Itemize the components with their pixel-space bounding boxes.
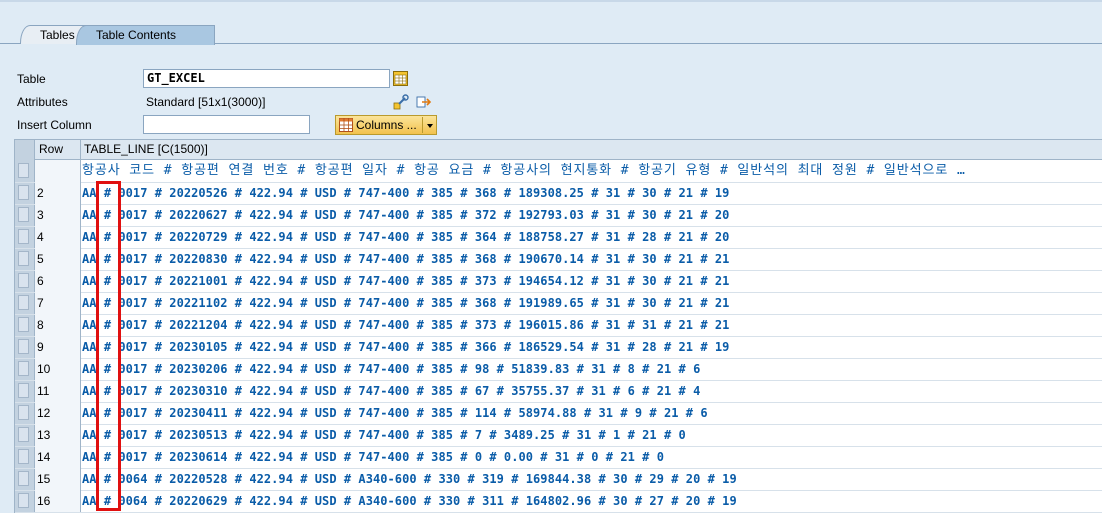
table-line-cell[interactable]: AA # 0017 # 20230411 # 422.94 # USD # 74… (82, 402, 708, 424)
row-number: 2 (35, 182, 81, 204)
row-select-handle[interactable] (18, 339, 29, 354)
table-line-cell[interactable]: AA # 0017 # 20221102 # 422.94 # USD # 74… (82, 292, 729, 314)
table-line-cell[interactable]: 항공사 코드 # 항공편 연결 번호 # 항공편 일자 # 항공 요금 # 항공… (82, 160, 966, 182)
table-contents-grid: Row TABLE_LINE [C(1500)] 항공사 코드 # 항공편 연결… (14, 139, 1102, 513)
attributes-label: Attributes (17, 95, 68, 109)
table-line-cell[interactable]: AA # 0017 # 20220526 # 422.94 # USD # 74… (82, 182, 729, 204)
column-header-table-line[interactable]: TABLE_LINE [C(1500)] (82, 140, 208, 159)
table-line-cell[interactable]: AA # 0017 # 20221001 # 422.94 # USD # 74… (82, 270, 729, 292)
wrench-settings-icon[interactable] (393, 94, 409, 113)
table-row[interactable]: 16 AA # 0064 # 20220629 # 422.94 # USD # … (15, 490, 1102, 513)
export-icon[interactable] (416, 94, 432, 113)
table-line-cell[interactable]: AA # 0017 # 20230614 # 422.94 # USD # 74… (82, 446, 664, 468)
row-number (35, 160, 81, 182)
table-line-cell[interactable]: AA # 0064 # 20220528 # 422.94 # USD # A3… (82, 468, 737, 490)
row-select-handle[interactable] (18, 207, 29, 222)
row-select-handle[interactable] (18, 383, 29, 398)
table-row[interactable]: 6 AA # 0017 # 20221001 # 422.94 # USD # 7… (15, 270, 1102, 293)
row-number: 10 (35, 358, 81, 380)
table-display-icon[interactable] (393, 71, 408, 89)
row-number: 11 (35, 380, 81, 402)
row-number: 9 (35, 336, 81, 358)
row-number: 4 (35, 226, 81, 248)
table-label: Table (17, 72, 46, 86)
table-row[interactable]: 15 AA # 0064 # 20220528 # 422.94 # USD # … (15, 468, 1102, 491)
table-line-cell[interactable]: AA # 0017 # 20230105 # 422.94 # USD # 74… (82, 336, 729, 358)
top-border (0, 0, 1102, 2)
row-number: 12 (35, 402, 81, 424)
row-number: 14 (35, 446, 81, 468)
row-select-handle[interactable] (18, 471, 29, 486)
columns-button-label: Columns ... (356, 118, 417, 132)
table-line-cell[interactable]: AA # 0017 # 20230310 # 422.94 # USD # 74… (82, 380, 700, 402)
table-row[interactable]: 8 AA # 0017 # 20221204 # 422.94 # USD # 7… (15, 314, 1102, 337)
table-row[interactable]: 14 AA # 0017 # 20230614 # 422.94 # USD # … (15, 446, 1102, 469)
table-line-cell[interactable]: AA # 0017 # 20230513 # 422.94 # USD # 74… (82, 424, 686, 446)
row-number: 15 (35, 468, 81, 490)
row-select-handle[interactable] (18, 273, 29, 288)
table-row[interactable]: 13 AA # 0017 # 20230513 # 422.94 # USD # … (15, 424, 1102, 447)
tab-strip: Tables Table Contents (0, 25, 1102, 45)
table-row[interactable]: 11 AA # 0017 # 20230310 # 422.94 # USD # … (15, 380, 1102, 403)
insert-column-label: Insert Column (17, 118, 92, 132)
table-row[interactable]: 5 AA # 0017 # 20220830 # 422.94 # USD # 7… (15, 248, 1102, 271)
table-name-field[interactable]: GT_EXCEL (143, 69, 390, 88)
table-line-cell[interactable]: AA # 0017 # 20221204 # 422.94 # USD # 74… (82, 314, 729, 336)
columns-button-separator (422, 117, 423, 133)
table-row[interactable]: 12 AA # 0017 # 20230411 # 422.94 # USD # … (15, 402, 1102, 425)
row-select-handle[interactable] (18, 163, 29, 178)
row-number: 7 (35, 292, 81, 314)
table-line-cell[interactable]: AA # 0017 # 20220830 # 422.94 # USD # 74… (82, 248, 729, 270)
table-row[interactable]: 7 AA # 0017 # 20221102 # 422.94 # USD # 7… (15, 292, 1102, 315)
row-select-handle[interactable] (18, 185, 29, 200)
grid-header: Row TABLE_LINE [C(1500)] (35, 140, 1102, 160)
table-line-cell[interactable]: AA # 0017 # 20220627 # 422.94 # USD # 74… (82, 204, 729, 226)
tab-table-contents[interactable]: Table Contents (76, 25, 215, 45)
row-select-handle[interactable] (18, 361, 29, 376)
row-number: 6 (35, 270, 81, 292)
columns-grid-icon (339, 118, 353, 137)
row-number: 3 (35, 204, 81, 226)
attributes-value: Standard [51x1(3000)] (146, 95, 266, 109)
row-select-handle[interactable] (18, 493, 29, 508)
row-select-handle[interactable] (18, 251, 29, 266)
row-select-handle[interactable] (18, 405, 29, 420)
row-select-handle[interactable] (18, 449, 29, 464)
table-line-cell[interactable]: AA # 0064 # 20220629 # 422.94 # USD # A3… (82, 490, 737, 512)
row-select-handle[interactable] (18, 317, 29, 332)
table-line-cell[interactable]: AA # 0017 # 20220729 # 422.94 # USD # 74… (82, 226, 729, 248)
table-row[interactable]: 3 AA # 0017 # 20220627 # 422.94 # USD # 7… (15, 204, 1102, 227)
row-select-handle[interactable] (18, 427, 29, 442)
row-number: 16 (35, 490, 81, 512)
table-row[interactable]: 9 AA # 0017 # 20230105 # 422.94 # USD # 7… (15, 336, 1102, 359)
table-header-line-row[interactable]: 항공사 코드 # 항공편 연결 번호 # 항공편 일자 # 항공 요금 # 항공… (15, 160, 1102, 183)
row-number: 8 (35, 314, 81, 336)
table-row[interactable]: 4 AA # 0017 # 20220729 # 422.94 # USD # 7… (15, 226, 1102, 249)
row-select-handle[interactable] (18, 295, 29, 310)
table-row[interactable]: 10 AA # 0017 # 20230206 # 422.94 # USD # … (15, 358, 1102, 381)
chevron-down-icon[interactable] (427, 124, 433, 128)
insert-column-field[interactable] (143, 115, 310, 134)
row-number: 5 (35, 248, 81, 270)
row-number: 13 (35, 424, 81, 446)
column-header-row[interactable]: Row (35, 140, 81, 159)
table-row[interactable]: 2 AA # 0017 # 20220526 # 422.94 # USD # 7… (15, 182, 1102, 205)
columns-button[interactable]: Columns ... (335, 115, 437, 135)
row-select-handle[interactable] (18, 229, 29, 244)
table-line-cell[interactable]: AA # 0017 # 20230206 # 422.94 # USD # 74… (82, 358, 700, 380)
